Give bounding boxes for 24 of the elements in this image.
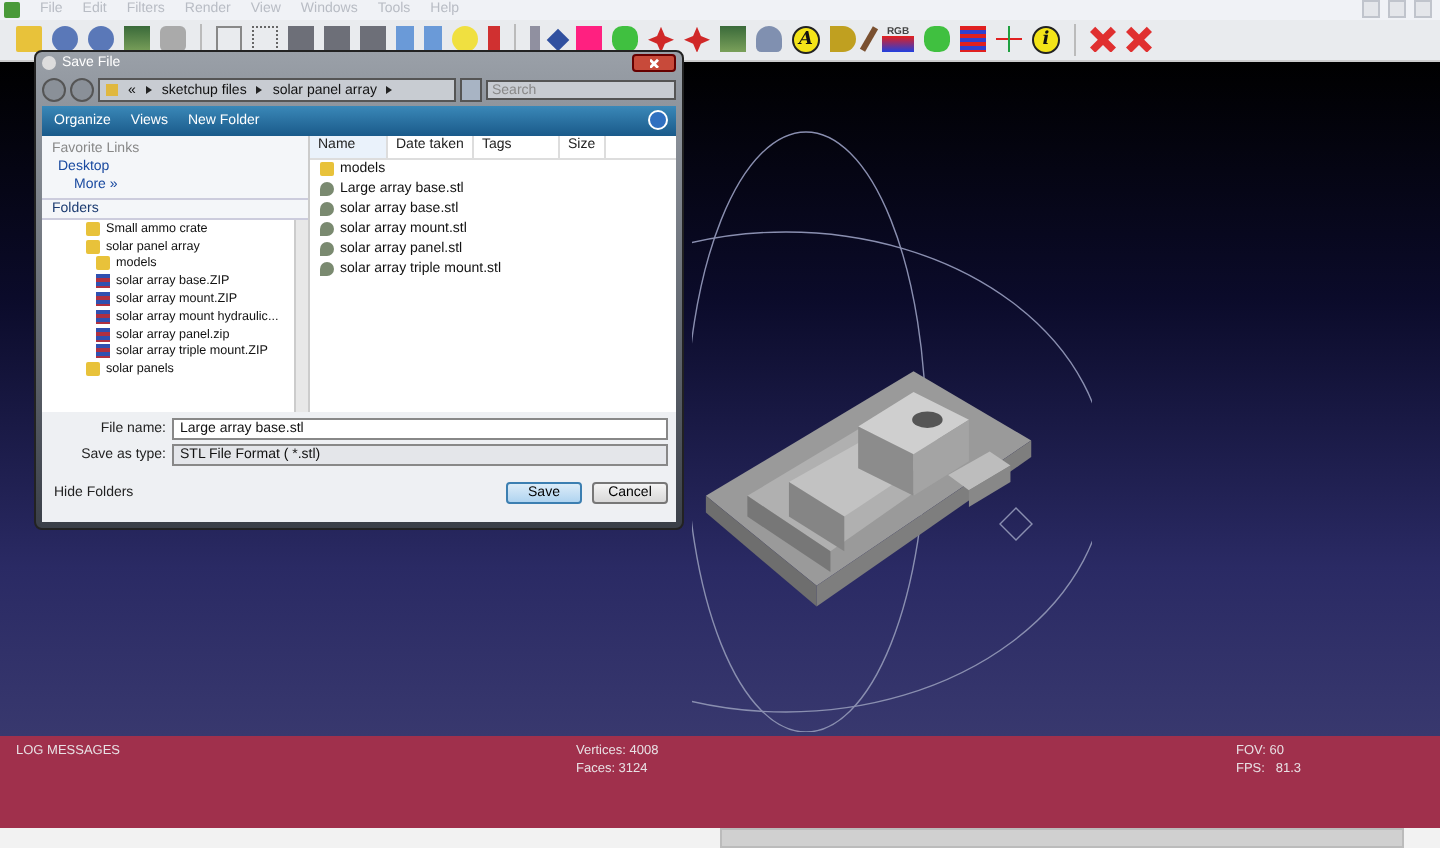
lightbulb-icon[interactable] (452, 26, 478, 53)
letter-circle-button[interactable]: A (792, 25, 820, 54)
landscape-icon[interactable] (720, 26, 746, 53)
folder-icon (86, 362, 100, 377)
folder-icon (106, 84, 118, 97)
app-logo-icon (4, 1, 20, 18)
scrollbar[interactable] (720, 828, 1404, 848)
scrollbar[interactable] (294, 219, 308, 412)
info-button[interactable]: i (1032, 25, 1060, 54)
folder-icon (320, 162, 334, 177)
help-icon[interactable] (648, 110, 668, 131)
cross-icon[interactable] (1090, 26, 1116, 53)
close-button[interactable] (632, 54, 676, 73)
stack-icon[interactable] (960, 26, 986, 53)
chevron-icon[interactable] (386, 86, 393, 95)
photo-icon[interactable] (124, 26, 150, 53)
chevron-icon[interactable] (256, 86, 263, 95)
app-icon (42, 56, 56, 71)
brush-icon[interactable] (859, 27, 879, 53)
chevron-icon[interactable] (145, 86, 152, 95)
cross-icon[interactable] (1126, 26, 1152, 53)
disk-icon[interactable] (52, 26, 78, 53)
blob-icon[interactable] (612, 26, 638, 53)
disk-icon[interactable] (88, 26, 114, 53)
